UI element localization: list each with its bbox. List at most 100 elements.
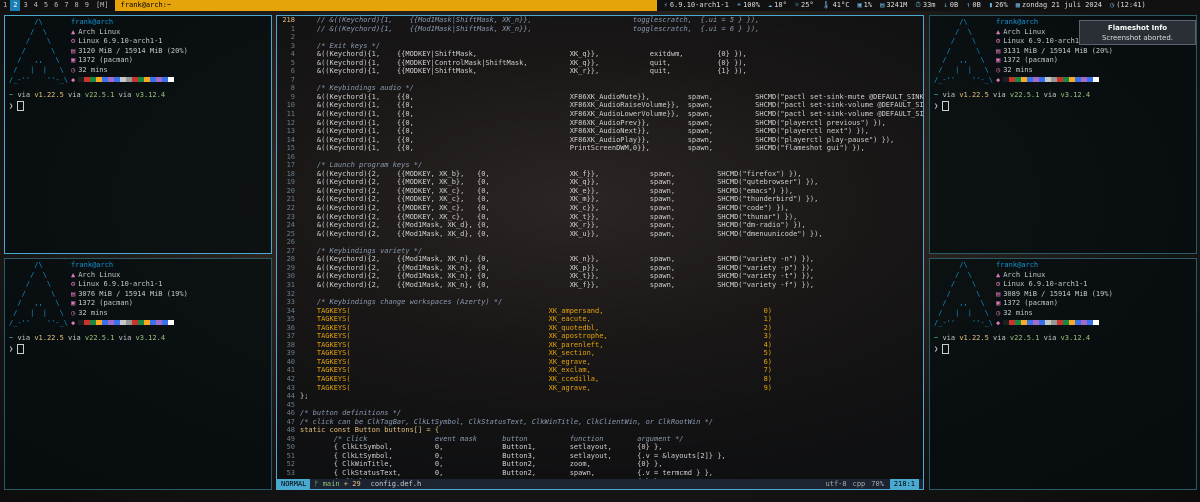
system-info: frank@arch ▲ Arch Linux ⚙ Linux 6.9.10-arch1… <box>71 18 188 85</box>
os-value: Arch Linux <box>1003 270 1046 279</box>
workspace-tag-7[interactable]: 7 <box>61 0 71 11</box>
packages-icon: ▣ <box>996 56 1001 65</box>
code-line[interactable]: 29 &((Keychord){2, {{Mod1Mask, XK_n}, {0… <box>277 264 923 273</box>
uptime-row: ◷ 32 mins <box>71 66 188 76</box>
palette-swatch <box>168 320 175 326</box>
code-line[interactable]: 32 <box>277 290 923 299</box>
flameshot-notification[interactable]: Flameshot Info Screenshot aborted. <box>1079 20 1196 45</box>
code-line[interactable]: 36 TAGKEYS( XK_quotedbl, 2) <box>277 324 923 333</box>
go-version: v1.22.5 <box>34 91 64 100</box>
shell-prompt[interactable]: ~ via v1.22.5 via v22.5.1 via v3.12.4 ❯ <box>9 334 267 354</box>
code-line[interactable]: 40 TAGKEYS( XK_egrave, 6) <box>277 358 923 367</box>
line-number: 46 <box>286 409 295 418</box>
code-line[interactable]: 19 &((Keychord){2, {{MODKEY, XK_b}, {0, … <box>277 178 923 187</box>
status-value: 0B <box>949 1 959 9</box>
code-line[interactable]: 25 &((Keychord){2, {{Mod1Mask, XK_d}, {0… <box>277 230 923 239</box>
prompt-directory: ~ <box>934 91 939 100</box>
code-line[interactable]: 18 &((Keychord){2, {{MODKEY, XK_b}, {0, … <box>277 170 923 179</box>
code-line[interactable]: 42 TAGKEYS( XK_ccedilla, 8) <box>277 375 923 384</box>
workspace-tag-3[interactable]: 3 <box>20 0 30 11</box>
code-line[interactable]: 4 &((Keychord){1, {{MODKEY|ShiftMask, XK… <box>277 50 923 59</box>
code-line[interactable]: 37 TAGKEYS( XK_apostrophe, 3) <box>277 332 923 341</box>
code-line[interactable]: 11 &((Keychord){1, {{0, XF86XK_AudioLowe… <box>277 110 923 119</box>
code-line[interactable]: 33 /* Keybindings change workspaces (Aze… <box>277 298 923 307</box>
system-info: frank@arch ▲ Arch Linux ⚙ Linux 6.9.10-arch1… <box>71 261 188 328</box>
code-line[interactable]: 10 &((Keychord){1, {{0, XF86XK_AudioRais… <box>277 101 923 110</box>
code-line[interactable]: 44}; <box>277 392 923 401</box>
terminal-window-bottom-right[interactable]: /\ / \ / \ / \ / ,, \ / | | \ /_-'' ''-_… <box>929 258 1197 490</box>
workspace-tag-1[interactable]: 1 <box>0 0 10 11</box>
code-line[interactable]: 14 &((Keychord){1, {{0, XF86XK_AudioPlay… <box>277 136 923 145</box>
uptime-value: 32 mins <box>1003 65 1033 74</box>
color-palette: ◆ <box>71 319 188 329</box>
code-line[interactable]: 3 /* Exit keys */ <box>277 42 923 51</box>
code-line[interactable]: 6 &((Keychord){1, {{MODKEY|ShiftMask, XK… <box>277 67 923 76</box>
code-line[interactable]: 24 &((Keychord){2, {{Mod1Mask, XK_d}, {0… <box>277 221 923 230</box>
code-line[interactable]: 41 TAGKEYS( XK_exclam, 7) <box>277 366 923 375</box>
code-text: static const Button buttons[] = { <box>300 426 440 435</box>
shell-prompt[interactable]: ~ via v1.22.5 via v22.5.1 via v3.12.4 ❯ <box>934 334 1192 354</box>
code-line[interactable]: 7 <box>277 76 923 85</box>
code-line[interactable]: 16 <box>277 153 923 162</box>
code-line[interactable]: 17 /* Launch program keys */ <box>277 161 923 170</box>
layout-indicator[interactable]: [M] <box>92 0 113 11</box>
mem-value: 3131 MiB / 15914 MiB (20%) <box>1003 46 1113 55</box>
code-text: // &((Keychord){1, {{Mod1Mask|ShiftMask,… <box>300 16 760 24</box>
palette-icon: ◆ <box>71 318 76 327</box>
workspace-tag-6[interactable]: 6 <box>51 0 61 11</box>
code-line[interactable]: 20 &((Keychord){2, {{MODKEY, XK_c}, {0, … <box>277 187 923 196</box>
memory-row: ▤ 3131 MiB / 15914 MiB (20%) <box>996 47 1113 57</box>
uptime-icon: ◷ <box>71 65 76 74</box>
code-line[interactable]: 30 &((Keychord){2, {{Mod1Mask, XK_n}, {0… <box>277 272 923 281</box>
code-line[interactable]: 12 &((Keychord){1, {{0, XF86XK_AudioPrev… <box>277 119 923 128</box>
code-line[interactable]: 5 &((Keychord){1, {{MODKEY|ControlMask|S… <box>277 59 923 68</box>
code-line[interactable]: 27 /* Keybindings variety */ <box>277 247 923 256</box>
code-line[interactable]: 15 &((Keychord){1, {{0, PrintScreenDWM,0… <box>277 144 923 153</box>
code-line[interactable]: 50 { ClkLtSymbol, 0, Button1, setlayout,… <box>277 443 923 452</box>
terminal-cursor <box>942 100 950 111</box>
code-line[interactable]: 46 /* button definitions */ <box>277 409 923 418</box>
user-value: frank@arch <box>996 18 1039 26</box>
workspace-tag-5[interactable]: 5 <box>41 0 51 11</box>
code-line[interactable]: 28 &((Keychord){2, {{Mod1Mask, XK_n}, {0… <box>277 255 923 264</box>
code-line[interactable]: 1 // &((Keychord){1, {{Mod1Mask|ShiftMas… <box>277 25 923 34</box>
code-line[interactable]: 45 <box>277 401 923 410</box>
code-line[interactable]: 49 /* click event mask button function a… <box>277 435 923 444</box>
code-line[interactable]: 218 // &((Keychord){1, {{Mod1Mask|ShiftM… <box>277 16 923 25</box>
code-line[interactable]: 31 &((Keychord){2, {{Mod1Mask, XK_n}, {0… <box>277 281 923 290</box>
workspace-tag-8[interactable]: 8 <box>72 0 82 11</box>
code-line[interactable]: 9 &((Keychord){1, {{0, XF86XK_AudioMute}… <box>277 93 923 102</box>
code-line[interactable]: 34 TAGKEYS( XK_ampersand, 0) <box>277 307 923 316</box>
status-value: 26% <box>995 1 1008 9</box>
code-line[interactable]: 35 TAGKEYS( XK_eacute, 1) <box>277 315 923 324</box>
code-line[interactable]: 22 &((Keychord){2, {{MODKEY, XK_c}, {0, … <box>277 204 923 213</box>
workspace-tag-2[interactable]: 2 <box>10 0 21 11</box>
line-number: 53 <box>286 468 295 477</box>
workspace-tag-9[interactable]: 9 <box>82 0 92 11</box>
code-line[interactable]: 26 <box>277 238 923 247</box>
code-line[interactable]: 52 { ClkWinTitle, 0, Button2, zoom, {0} … <box>277 460 923 469</box>
code-line[interactable]: 48 static const Button buttons[] = { <box>277 426 923 435</box>
code-line[interactable]: 23 &((Keychord){2, {{MODKEY, XK_c}, {0, … <box>277 213 923 222</box>
code-line[interactable]: 21 &((Keychord){2, {{MODKEY, XK_c}, {0, … <box>277 195 923 204</box>
code-line[interactable]: 38 TAGKEYS( XK_parenleft, 4) <box>277 341 923 350</box>
user-host: frank@arch <box>71 261 188 271</box>
code-line[interactable]: 39 TAGKEYS( XK_section, 5) <box>277 349 923 358</box>
shell-prompt[interactable]: ~ via v1.22.5 via v22.5.1 via v3.12.4 ❯ <box>934 91 1192 111</box>
code-text: TAGKEYS( XK_eacute, 1) <box>300 315 773 324</box>
code-line[interactable]: 51 { ClkLtSymbol, 0, Button3, setlayout,… <box>277 452 923 461</box>
code-line[interactable]: 47 /* click can be ClkTagBar, ClkLtSymbol… <box>277 418 923 427</box>
code-line[interactable]: 8 /* Keybindings audio */ <box>277 84 923 93</box>
code-line[interactable]: 13 &((Keychord){1, {{0, XF86XK_AudioNext… <box>277 127 923 136</box>
code-line[interactable]: 2 <box>277 33 923 42</box>
terminal-window-top-left[interactable]: /\ / \ / \ / \ / ,, \ / | | \ /_-'' ''-_… <box>4 15 272 254</box>
line-number: 36 <box>286 323 295 332</box>
code-line[interactable]: 53 { ClkStatusText, 0, Button2, spawn, {… <box>277 469 923 478</box>
code-line[interactable]: 43 TAGKEYS( XK_agrave, 9) <box>277 384 923 393</box>
shell-prompt[interactable]: ~ via v1.22.5 via v22.5.1 via v3.12.4 ❯ <box>9 91 267 111</box>
terminal-window-top-right[interactable]: /\ / \ / \ / \ / ,, \ / | | \ /_-'' ''-_… <box>929 15 1197 254</box>
terminal-window-bottom-left[interactable]: /\ / \ / \ / \ / ,, \ / | | \ /_-'' ''-_… <box>4 258 272 490</box>
neovim-editor-window[interactable]: 218 // &((Keychord){1, {{Mod1Mask|ShiftM… <box>276 15 924 490</box>
code-buffer[interactable]: 218 // &((Keychord){1, {{Mod1Mask|ShiftM… <box>277 16 923 486</box>
workspace-tag-4[interactable]: 4 <box>31 0 41 11</box>
